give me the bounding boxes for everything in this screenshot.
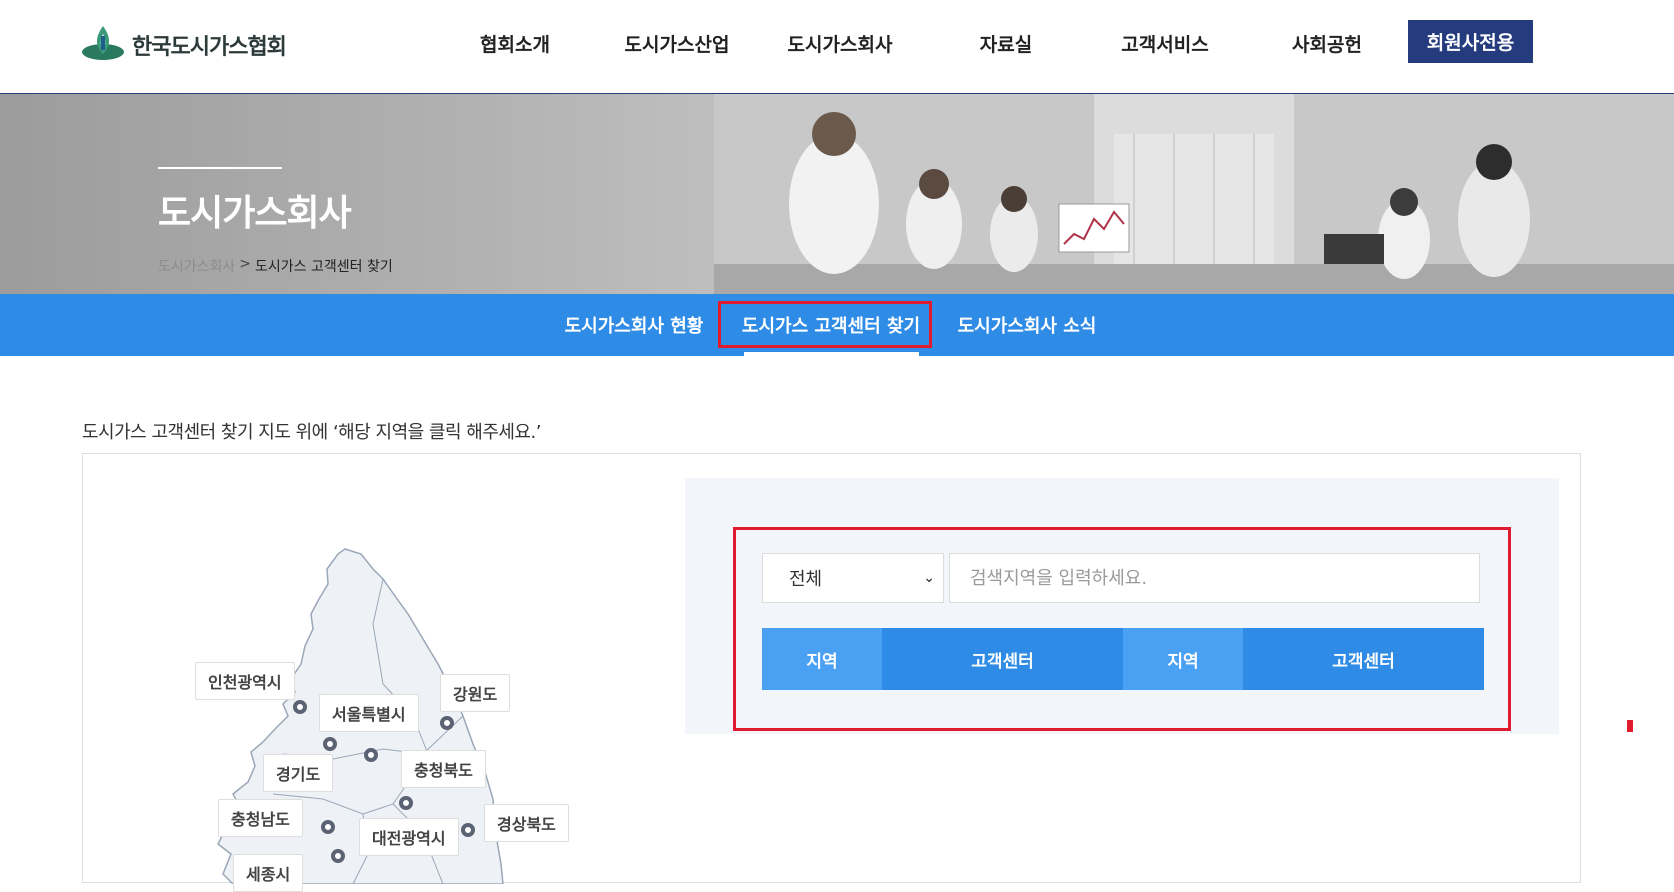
map-marker-gyeonggi[interactable] — [364, 748, 378, 762]
map-instruction-text: 도시가스 고객센터 찾기 지도 위에 ‘해당 지역을 클릭 해주세요.’ — [82, 422, 541, 443]
breadcrumb-current: 도시가스 고객센터 찾기 — [255, 259, 393, 275]
map-marker-seoul[interactable] — [323, 737, 337, 751]
banner-office-image — [714, 94, 1674, 294]
site-header: 한국도시가스협회 협회소개 도시가스산업 도시가스회사 자료실 고객서비스 사회… — [0, 0, 1674, 94]
region-select-value: 전체 — [789, 569, 823, 590]
map-label-gangwon[interactable]: 강원도 — [440, 674, 511, 712]
result-table-header: 지역 고객센터 지역 고객센터 — [762, 628, 1484, 690]
map-marker-gangwon[interactable] — [440, 716, 454, 730]
map-label-gyeongbuk[interactable]: 경상북도 — [484, 804, 569, 842]
search-highlight-box: 전체 ⌄ 지역 고객센터 지역 고객센터 — [733, 527, 1511, 731]
search-area: 전체 ⌄ 지역 고객센터 지역 고객센터 — [685, 478, 1559, 734]
subnav-active-highlight — [718, 301, 932, 348]
region-select[interactable]: 전체 ⌄ — [762, 553, 944, 603]
member-only-button[interactable]: 회원사전용 — [1408, 20, 1533, 63]
customer-center-panel: 인천광역시 서울특별시 강원도 경기도 충청북도 충청남도 경상북도 대전광역시… — [82, 453, 1581, 892]
map-label-chungbuk[interactable]: 충청북도 — [401, 750, 486, 788]
map-label-sejong[interactable]: 세종시 — [233, 854, 304, 892]
nav-item-about[interactable]: 협회소개 — [480, 30, 550, 57]
breadcrumb-separator: > — [239, 256, 252, 272]
nav-item-companies[interactable]: 도시가스회사 — [788, 30, 893, 57]
page-banner: 도시가스회사 도시가스회사 > 도시가스 고객센터 찾기 — [0, 94, 1674, 294]
map-marker-chungnam[interactable] — [321, 820, 335, 834]
map-label-daejeon[interactable]: 대전광역시 — [359, 818, 459, 856]
map-label-chungnam[interactable]: 충청남도 — [218, 799, 303, 837]
table-header-center-2: 고객센터 — [1243, 628, 1484, 690]
map-label-incheon[interactable]: 인천광역시 — [195, 662, 295, 700]
subnav-company-status[interactable]: 도시가스회사 현황 — [565, 312, 704, 338]
nav-item-social[interactable]: 사회공헌 — [1292, 30, 1362, 57]
breadcrumb-parent[interactable]: 도시가스회사 — [158, 256, 235, 276]
table-header-region-1: 지역 — [762, 628, 882, 690]
chevron-down-icon: ⌄ — [923, 570, 935, 586]
map-marker-incheon[interactable] — [293, 700, 307, 714]
nav-item-archive[interactable]: 자료실 — [980, 30, 1032, 57]
map-marker-gyeongbuk[interactable] — [461, 823, 475, 837]
nav-item-customer-service[interactable]: 고객서비스 — [1121, 30, 1208, 57]
subnav-active-underline — [744, 352, 919, 356]
region-search-input[interactable] — [949, 553, 1480, 603]
map-label-gyeonggi[interactable]: 경기도 — [263, 754, 334, 792]
banner-title-line — [158, 167, 282, 169]
edge-marker — [1627, 720, 1633, 732]
breadcrumb: 도시가스회사 > 도시가스 고객센터 찾기 — [158, 256, 393, 276]
korea-region-map[interactable]: 인천광역시 서울특별시 강원도 경기도 충청북도 충청남도 경상북도 대전광역시… — [83, 454, 703, 892]
table-header-region-2: 지역 — [1123, 628, 1243, 690]
nav-item-industry[interactable]: 도시가스산업 — [625, 30, 730, 57]
sub-nav: 도시가스회사 현황 도시가스 고객센터 찾기 도시가스회사 소식 — [0, 294, 1674, 356]
map-label-seoul[interactable]: 서울특별시 — [319, 694, 419, 732]
subnav-company-news[interactable]: 도시가스회사 소식 — [958, 312, 1097, 338]
map-marker-chungbuk[interactable] — [399, 796, 413, 810]
page-title: 도시가스회사 — [158, 193, 352, 234]
table-header-center-1: 고객센터 — [882, 628, 1123, 690]
map-marker-daejeon[interactable] — [331, 849, 345, 863]
